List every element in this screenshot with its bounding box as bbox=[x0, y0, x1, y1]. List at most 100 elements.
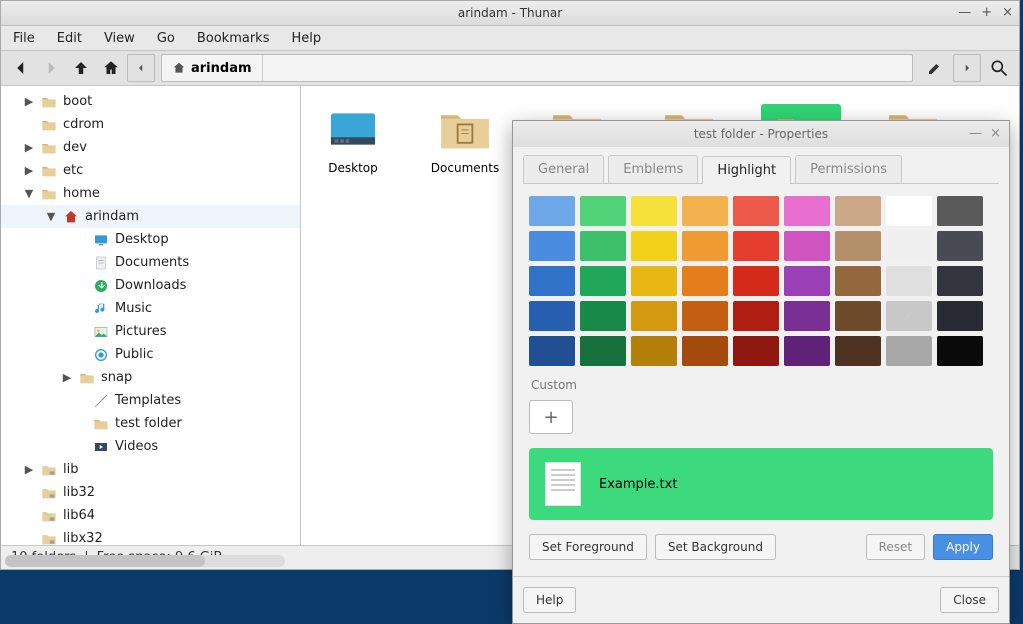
color-swatch[interactable] bbox=[529, 336, 575, 366]
tree-item-snap[interactable]: ▶snap bbox=[1, 366, 300, 389]
color-swatch[interactable] bbox=[733, 336, 779, 366]
color-swatch[interactable] bbox=[580, 196, 626, 226]
color-swatch[interactable] bbox=[835, 301, 881, 331]
color-swatch[interactable] bbox=[784, 336, 830, 366]
color-swatch[interactable] bbox=[937, 336, 983, 366]
color-swatch[interactable] bbox=[529, 301, 575, 331]
reset-button[interactable]: Reset bbox=[866, 534, 926, 560]
path-segment-home[interactable]: arindam bbox=[162, 55, 263, 81]
path-collapse-button[interactable] bbox=[127, 54, 155, 82]
color-swatch[interactable] bbox=[784, 266, 830, 296]
color-swatch[interactable] bbox=[529, 266, 575, 296]
parent-button[interactable] bbox=[67, 54, 95, 82]
tab-general[interactable]: General bbox=[523, 155, 604, 183]
titlebar[interactable]: arindam - Thunar — + × bbox=[1, 1, 1019, 26]
menu-edit[interactable]: Edit bbox=[57, 31, 82, 46]
tree-item-lib32[interactable]: lib32 bbox=[1, 481, 300, 504]
tab-emblems[interactable]: Emblems bbox=[608, 155, 698, 183]
expand-toggle[interactable]: ▶ bbox=[61, 371, 73, 384]
color-swatch[interactable] bbox=[835, 336, 881, 366]
color-swatch[interactable] bbox=[682, 301, 728, 331]
tab-highlight[interactable]: Highlight bbox=[702, 156, 791, 184]
expand-toggle[interactable]: ▶ bbox=[23, 141, 35, 154]
color-swatch[interactable] bbox=[733, 266, 779, 296]
search-button[interactable] bbox=[985, 54, 1013, 82]
color-swatch[interactable] bbox=[631, 336, 677, 366]
sidebar-hscrollbar[interactable] bbox=[5, 555, 285, 567]
color-swatch[interactable] bbox=[886, 266, 932, 296]
tree-item-public[interactable]: Public bbox=[1, 343, 300, 366]
tree-item-lib64[interactable]: lib64 bbox=[1, 504, 300, 527]
tree-item-libx32[interactable]: libx32 bbox=[1, 527, 300, 545]
maximize-button[interactable]: + bbox=[981, 5, 992, 20]
tree-item-desktop[interactable]: Desktop bbox=[1, 228, 300, 251]
menu-go[interactable]: Go bbox=[157, 31, 175, 46]
dialog-close-button[interactable]: × bbox=[990, 126, 1001, 141]
color-swatch[interactable] bbox=[682, 231, 728, 261]
color-swatch[interactable] bbox=[580, 266, 626, 296]
path-menu-button[interactable] bbox=[953, 54, 981, 82]
minimize-button[interactable]: — bbox=[958, 5, 971, 20]
expand-toggle[interactable]: ▶ bbox=[23, 164, 35, 177]
home-button[interactable] bbox=[97, 54, 125, 82]
tree-item-lib[interactable]: ▶lib bbox=[1, 458, 300, 481]
color-swatch[interactable] bbox=[631, 301, 677, 331]
color-swatch[interactable] bbox=[835, 266, 881, 296]
tree-item-test-folder[interactable]: test folder bbox=[1, 412, 300, 435]
tree-item-arindam[interactable]: ▼arindam bbox=[1, 205, 300, 228]
color-swatch[interactable] bbox=[886, 336, 932, 366]
set-background-button[interactable]: Set Background bbox=[655, 534, 776, 560]
menu-bookmarks[interactable]: Bookmarks bbox=[197, 31, 270, 46]
close-dialog-button[interactable]: Close bbox=[940, 587, 999, 613]
color-swatch[interactable] bbox=[886, 301, 932, 331]
scrollbar-thumb[interactable] bbox=[5, 555, 205, 567]
tab-permissions[interactable]: Permissions bbox=[795, 155, 902, 183]
dialog-minimize-button[interactable]: — bbox=[969, 126, 982, 141]
color-swatch[interactable] bbox=[784, 301, 830, 331]
color-swatch[interactable] bbox=[784, 196, 830, 226]
color-swatch[interactable] bbox=[886, 196, 932, 226]
tree-item-cdrom[interactable]: cdrom bbox=[1, 113, 300, 136]
back-button[interactable] bbox=[7, 54, 35, 82]
tree-item-music[interactable]: Music bbox=[1, 297, 300, 320]
color-swatch[interactable] bbox=[835, 196, 881, 226]
color-swatch[interactable] bbox=[682, 336, 728, 366]
tree-item-boot[interactable]: ▶boot bbox=[1, 90, 300, 113]
file-item-desktop[interactable]: Desktop bbox=[313, 104, 393, 184]
color-swatch[interactable] bbox=[937, 266, 983, 296]
expand-toggle[interactable]: ▼ bbox=[45, 210, 57, 223]
tree-item-etc[interactable]: ▶etc bbox=[1, 159, 300, 182]
menu-view[interactable]: View bbox=[104, 31, 135, 46]
color-swatch[interactable] bbox=[835, 231, 881, 261]
expand-toggle[interactable]: ▼ bbox=[23, 187, 35, 200]
file-item-documents[interactable]: Documents bbox=[425, 104, 505, 184]
tree-item-videos[interactable]: Videos bbox=[1, 435, 300, 458]
color-swatch[interactable] bbox=[733, 196, 779, 226]
tree-item-templates[interactable]: Templates bbox=[1, 389, 300, 412]
color-swatch[interactable] bbox=[631, 231, 677, 261]
color-swatch[interactable] bbox=[682, 266, 728, 296]
color-swatch[interactable] bbox=[631, 266, 677, 296]
help-button[interactable]: Help bbox=[523, 587, 576, 613]
color-swatch[interactable] bbox=[784, 231, 830, 261]
expand-toggle[interactable]: ▶ bbox=[23, 95, 35, 108]
tree-item-dev[interactable]: ▶dev bbox=[1, 136, 300, 159]
apply-button[interactable]: Apply bbox=[933, 534, 993, 560]
color-swatch[interactable] bbox=[580, 301, 626, 331]
dialog-titlebar[interactable]: test folder - Properties — × bbox=[513, 121, 1009, 147]
tree-item-documents[interactable]: Documents bbox=[1, 251, 300, 274]
set-foreground-button[interactable]: Set Foreground bbox=[529, 534, 647, 560]
color-swatch[interactable] bbox=[937, 301, 983, 331]
tree-item-downloads[interactable]: Downloads bbox=[1, 274, 300, 297]
expand-toggle[interactable]: ▶ bbox=[23, 463, 35, 476]
color-swatch[interactable] bbox=[580, 336, 626, 366]
color-swatch[interactable] bbox=[886, 231, 932, 261]
menu-help[interactable]: Help bbox=[291, 31, 321, 46]
color-swatch[interactable] bbox=[937, 231, 983, 261]
tree-item-home[interactable]: ▼home bbox=[1, 182, 300, 205]
close-button[interactable]: × bbox=[1002, 5, 1013, 20]
edit-path-button[interactable] bbox=[921, 54, 949, 82]
tree-item-pictures[interactable]: Pictures bbox=[1, 320, 300, 343]
pathbar[interactable]: arindam bbox=[161, 54, 913, 82]
color-swatch[interactable] bbox=[529, 231, 575, 261]
